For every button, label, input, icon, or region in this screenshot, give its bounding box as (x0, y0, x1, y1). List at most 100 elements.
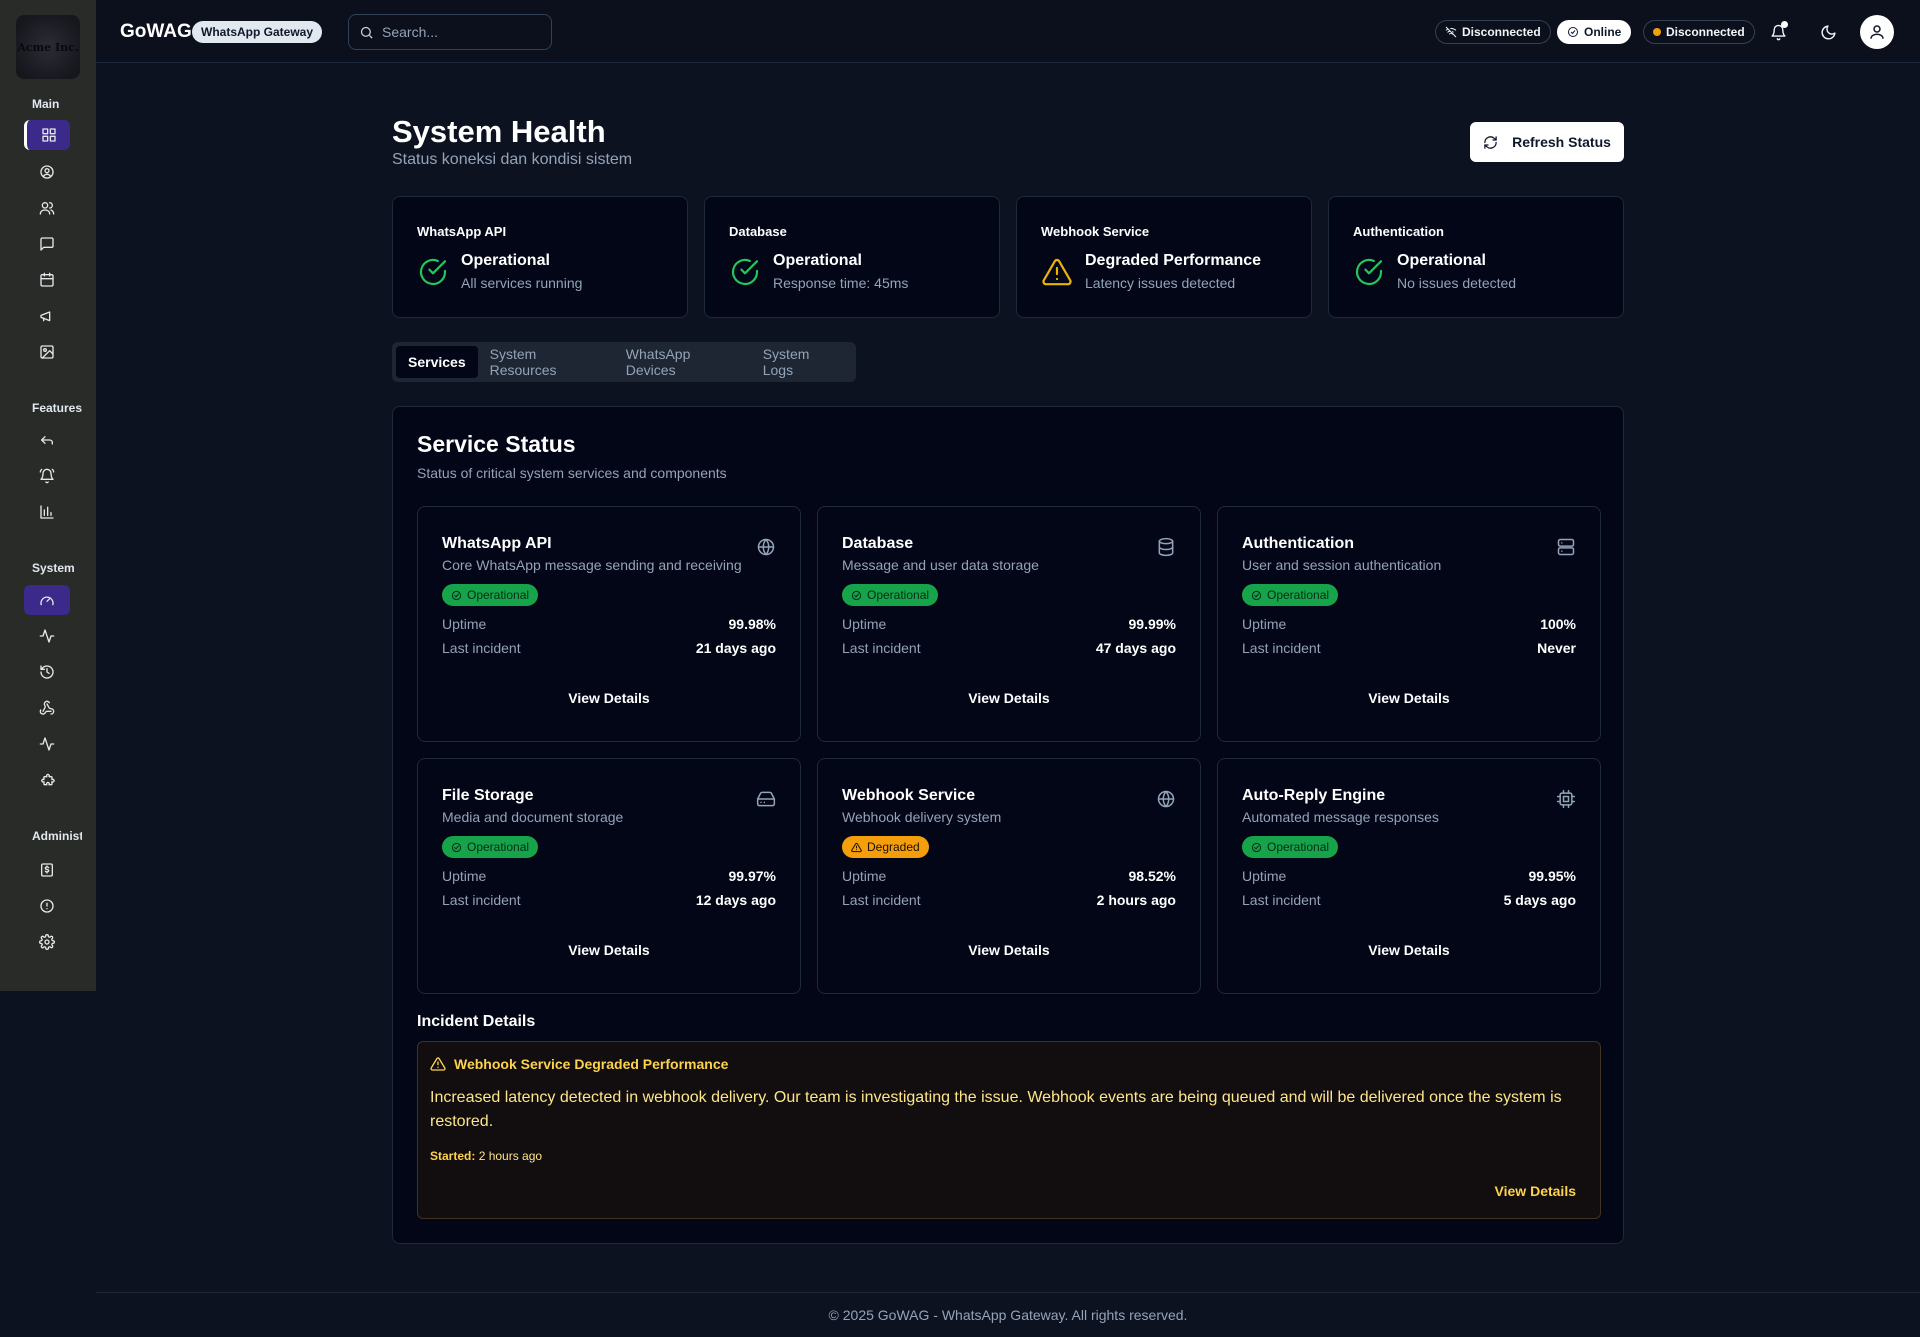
incident-started-label: Started: (430, 1149, 476, 1163)
incident-section-title: Incident Details (417, 1013, 536, 1030)
last-incident-value: 12 days ago (695, 892, 776, 908)
view-details-button[interactable]: View Details (818, 942, 1200, 958)
user-avatar[interactable] (1860, 15, 1894, 49)
nav-monitoring[interactable] (24, 729, 70, 759)
incident-started-value: 2 hours ago (478, 1149, 543, 1163)
tab-services[interactable]: Services (396, 346, 478, 378)
service-card-database: Database Message and user data storage O… (817, 506, 1201, 742)
nav-dashboard[interactable] (24, 120, 70, 150)
refresh-status-button[interactable]: Refresh Status (1470, 122, 1624, 162)
uptime-value: 99.99% (1128, 616, 1176, 632)
view-details-button[interactable]: View Details (418, 690, 800, 706)
sidebar: Acme Inc. Main Features System Administ (0, 0, 96, 991)
section-main: Main (32, 97, 60, 111)
nav-auto-reply[interactable] (24, 425, 70, 455)
incident-view-details-button[interactable]: View Details (1495, 1183, 1576, 1199)
page-subtitle: Status koneksi dan kondisi sistem (392, 151, 633, 168)
nav-broadcast[interactable] (24, 301, 70, 331)
footer: © 2025 GoWAG - WhatsApp Gateway. All rig… (96, 1292, 1920, 1337)
nav-analytics[interactable] (24, 497, 70, 527)
check-circle-icon (1251, 842, 1262, 852)
nav-integrations[interactable] (24, 765, 70, 795)
activity-icon (39, 629, 55, 643)
nav-profile[interactable] (24, 157, 70, 187)
service-name: Authentication (1242, 535, 1354, 552)
summary-status: Operational (461, 252, 550, 269)
last-incident-value: 2 hours ago (1096, 892, 1176, 908)
search-input[interactable] (382, 24, 532, 40)
top-header: GoWAG WhatsApp Gateway Disconnected Onli… (96, 0, 1920, 63)
summary-status: Operational (773, 252, 862, 269)
reply-icon (41, 436, 53, 445)
tab-whatsapp-devices[interactable]: WhatsApp Devices (614, 346, 751, 378)
bell-ring-icon (39, 468, 55, 484)
nav-activity[interactable] (24, 621, 70, 651)
online-status-pill[interactable]: Online (1557, 20, 1632, 44)
incident-started: Started: 2 hours ago (430, 1149, 542, 1163)
page-title: System Health (392, 114, 606, 149)
pulse-icon (39, 737, 55, 751)
service-name: Auto-Reply Engine (1242, 787, 1386, 804)
tab-system-logs[interactable]: System Logs (751, 346, 852, 378)
panel-subtitle: Status of critical system services and c… (417, 465, 727, 481)
status-badge: Degraded (842, 836, 929, 858)
incident-alert: Webhook Service Degraded Performance Inc… (417, 1041, 1601, 1219)
summary-title: Authentication (1353, 224, 1444, 239)
incident-title: Webhook Service Degraded Performance (454, 1056, 729, 1072)
moon-icon (1821, 24, 1836, 39)
image-icon (40, 345, 54, 359)
view-details-button[interactable]: View Details (1218, 690, 1600, 706)
view-details-button[interactable]: View Details (1218, 942, 1600, 958)
uptime-value: 99.97% (728, 868, 776, 884)
nav-media[interactable] (24, 337, 70, 367)
summary-detail: No issues detected (1397, 275, 1517, 291)
last-incident-label: Last incident (842, 892, 921, 908)
nav-billing[interactable] (24, 855, 70, 885)
panel-title: Service Status (417, 431, 576, 457)
nav-contacts[interactable] (24, 193, 70, 223)
status-badge: Operational (442, 836, 539, 858)
summary-card-authentication: Authentication Operational No issues det… (1328, 196, 1624, 318)
nav-schedule[interactable] (24, 265, 70, 295)
summary-title: Database (729, 224, 787, 239)
incident-heading: Webhook Service Degraded Performance (430, 1056, 728, 1072)
theme-toggle-button[interactable] (1812, 16, 1844, 48)
dashboard-icon (41, 128, 56, 142)
tab-system-resources[interactable]: System Resources (478, 346, 614, 378)
app-logo[interactable]: Acme Inc. (16, 15, 80, 79)
view-details-button[interactable]: View Details (418, 942, 800, 958)
status-badge: Operational (1242, 836, 1339, 858)
notifications-button[interactable] (1762, 16, 1794, 48)
summary-card-whatsapp-api: WhatsApp API Operational All services ru… (392, 196, 688, 318)
health-tabs: Services System Resources WhatsApp Devic… (392, 342, 856, 382)
uptime-label: Uptime (1242, 868, 1287, 884)
uptime-label: Uptime (842, 616, 887, 632)
view-details-button[interactable]: View Details (818, 690, 1200, 706)
summary-detail: Latency issues detected (1085, 275, 1236, 291)
check-circle-icon (1251, 590, 1262, 600)
search-icon (360, 26, 373, 39)
webhook-icon (39, 700, 55, 715)
hard-drive-icon (756, 789, 776, 809)
service-description: Media and document storage (442, 809, 624, 825)
info-icon (40, 899, 54, 913)
nav-webhooks[interactable] (24, 693, 70, 723)
summary-card-database: Database Operational Response time: 45ms (704, 196, 1000, 318)
check-circle-icon (851, 590, 862, 600)
device-status-pill[interactable]: Disconnected (1643, 20, 1755, 44)
search-box[interactable] (348, 14, 552, 50)
nav-notifications[interactable] (24, 461, 70, 491)
status-badge: Operational (1242, 584, 1339, 606)
globe-icon (756, 537, 776, 557)
nav-history[interactable] (24, 657, 70, 687)
nav-system-health[interactable] (24, 585, 70, 615)
message-icon (40, 237, 54, 251)
nav-messages[interactable] (24, 229, 70, 259)
nav-settings[interactable] (24, 927, 70, 957)
nav-about[interactable] (24, 891, 70, 921)
brand-name[interactable]: GoWAG (120, 21, 192, 43)
service-name: Webhook Service (842, 787, 976, 804)
connection-status-pill[interactable]: Disconnected (1435, 20, 1551, 44)
check-circle-icon (451, 842, 462, 852)
last-incident-label: Last incident (442, 640, 521, 656)
